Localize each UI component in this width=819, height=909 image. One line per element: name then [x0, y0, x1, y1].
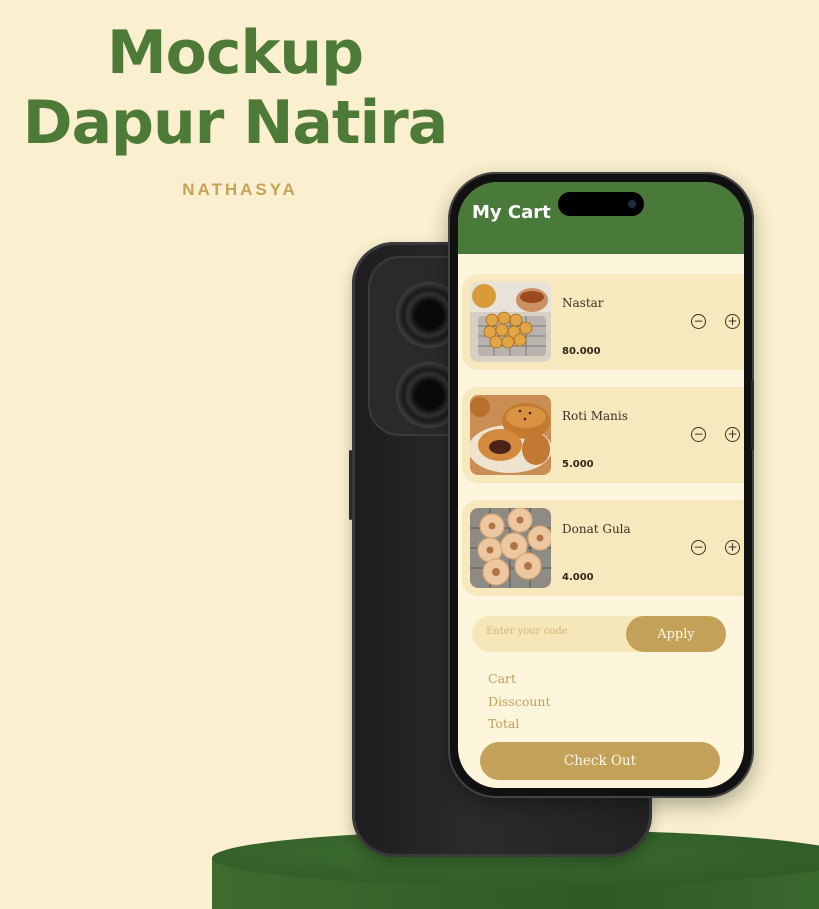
decrease-quantity-button[interactable]: −	[691, 314, 706, 329]
cart-item-nastar: Nastar 80.000 − +	[462, 274, 744, 370]
phone-side-button	[751, 380, 754, 450]
dynamic-island	[558, 192, 644, 216]
promo-code-bar: Apply	[472, 616, 726, 652]
phone-front: My Cart Nastar 80.000 − + Roti Manis 5.0…	[448, 172, 754, 798]
checkout-button[interactable]: Check Out	[480, 742, 720, 780]
poster-title-line1: Mockup	[106, 18, 364, 88]
item-name: Donat Gula	[562, 522, 631, 536]
nastar-cookies-photo	[470, 282, 551, 362]
increase-quantity-button[interactable]: +	[725, 540, 740, 555]
app-screen: My Cart Nastar 80.000 − + Roti Manis 5.0…	[458, 182, 744, 788]
decrease-quantity-button[interactable]: −	[691, 427, 706, 442]
item-name: Nastar	[562, 296, 604, 310]
increase-quantity-button[interactable]: +	[725, 314, 740, 329]
phone-side-button	[349, 450, 352, 520]
decrease-quantity-button[interactable]: −	[691, 540, 706, 555]
sweet-bread-photo	[470, 395, 551, 475]
promo-code-input[interactable]	[486, 626, 616, 637]
poster-subtitle: NATHASYA	[182, 180, 298, 199]
summary-discount-label: Disscount	[488, 693, 551, 709]
summary-total-label: Total	[488, 716, 520, 731]
item-price: 4.000	[562, 572, 594, 583]
poster-title-line2: Dapur Natira	[22, 88, 448, 158]
apply-button[interactable]: Apply	[626, 616, 726, 652]
increase-quantity-button[interactable]: +	[725, 427, 740, 442]
order-summary: Cart Disscount Total	[488, 668, 551, 736]
sugar-donut-photo	[470, 508, 551, 588]
poster-title: Mockup Dapur Natira	[20, 18, 450, 158]
item-name: Roti Manis	[562, 409, 628, 423]
summary-cart-label: Cart	[488, 671, 517, 686]
item-price: 80.000	[562, 346, 601, 357]
cart-item-roti-manis: Roti Manis 5.000 − +	[462, 387, 744, 483]
cart-list: Nastar 80.000 − + Roti Manis 5.000 − + D…	[458, 274, 744, 613]
cart-item-donat-gula: Donat Gula 4.000 − +	[462, 500, 744, 596]
item-price: 5.000	[562, 459, 594, 470]
